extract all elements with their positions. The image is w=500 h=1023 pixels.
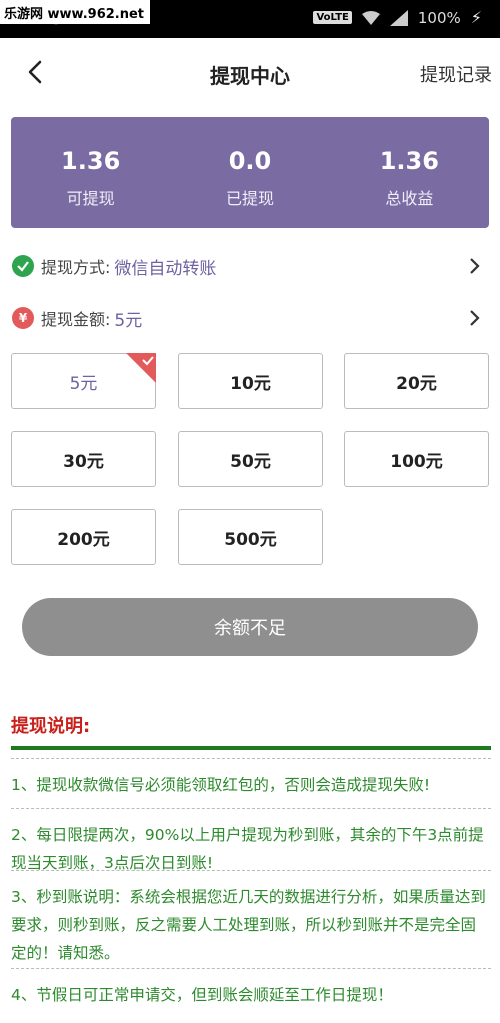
amount-option[interactable]: 30元 — [11, 431, 156, 487]
amount-option[interactable]: 50元 — [178, 431, 323, 487]
amount-option[interactable]: 100元 — [344, 431, 489, 487]
stat-label: 已提现 — [225, 189, 274, 208]
amount-option-label: 5元 — [69, 373, 98, 394]
wechat-icon — [12, 255, 34, 277]
amount-option-label: 10元 — [230, 373, 271, 394]
balance-card: 1.36 可提现 0.0 已提现 1.36 总收益 — [11, 117, 489, 228]
description-item: 4、节假日可正常申请交，但到账会顺延至工作日提现！ — [11, 968, 491, 1009]
battery-level: 100% — [417, 8, 461, 27]
withdraw-amount-label: 提现金额: — [41, 310, 111, 329]
volte-badge: VoLTE — [313, 11, 352, 24]
divider — [11, 746, 491, 750]
withdraw-amount-row[interactable]: ¥ 提现金额: 5元 — [12, 300, 490, 336]
stat-value: 0.0 — [228, 147, 272, 175]
status-bar: 2:54 乐游网 www.962.net VoLTE 100% ⚡ — [0, 0, 500, 38]
withdraw-record-link[interactable]: 提现记录 — [420, 61, 492, 87]
amount-option[interactable]: 200元 — [11, 509, 156, 565]
description-title: 提现说明: — [11, 716, 91, 737]
status-icons: VoLTE 100% ⚡ — [313, 8, 482, 27]
amount-option-label: 100元 — [390, 451, 443, 472]
withdraw-amount-value: 5元 — [114, 310, 143, 331]
wifi-icon — [361, 10, 380, 25]
amount-option-label: 50元 — [230, 451, 271, 472]
chevron-right-icon — [470, 258, 480, 274]
amount-option-label: 500元 — [224, 529, 277, 550]
description-item: 1、提现收款微信号必须能领取红包的，否则会造成提现失败! — [11, 758, 491, 799]
stat-value: 1.36 — [379, 147, 439, 175]
amount-option-label: 200元 — [57, 529, 110, 550]
stat-withdrawable: 1.36 可提现 — [11, 117, 170, 228]
stat-total-income: 1.36 总收益 — [330, 117, 489, 228]
description-item: 3、秒到账说明：系统会根据您近几天的数据进行分析，如果质量达到要求，则秒到账，反… — [11, 870, 491, 967]
amount-option-selected[interactable]: 5元 — [11, 353, 156, 409]
description-item: 2、每日限提两次，90%以上用户提现为秒到账，其余的下午3点前提现当天到账，3点… — [11, 808, 491, 877]
amount-option-label: 20元 — [396, 373, 437, 394]
amount-option[interactable]: 20元 — [344, 353, 489, 409]
stat-label: 可提现 — [66, 189, 115, 208]
amount-option[interactable]: 500元 — [178, 509, 323, 565]
amount-option[interactable]: 10元 — [178, 353, 323, 409]
watermark: 乐游网 www.962.net — [0, 0, 151, 24]
battery-icon: ⚡ — [470, 8, 482, 27]
withdraw-method-row[interactable]: 提现方式: 微信自动转账 — [12, 248, 490, 284]
header: 提现中心 提现记录 — [0, 38, 500, 108]
withdraw-method-label: 提现方式: — [41, 258, 111, 277]
stat-value: 1.36 — [61, 147, 121, 175]
chevron-right-icon — [470, 310, 480, 326]
amount-option-label: 30元 — [63, 451, 104, 472]
selected-check-icon — [126, 353, 156, 383]
submit-withdraw-button[interactable]: 余额不足 — [22, 598, 478, 656]
stat-withdrawn: 0.0 已提现 — [170, 117, 329, 228]
yuan-icon: ¥ — [12, 307, 34, 329]
stat-label: 总收益 — [385, 189, 434, 208]
withdraw-method-value: 微信自动转账 — [114, 258, 217, 279]
signal-icon — [389, 9, 408, 26]
